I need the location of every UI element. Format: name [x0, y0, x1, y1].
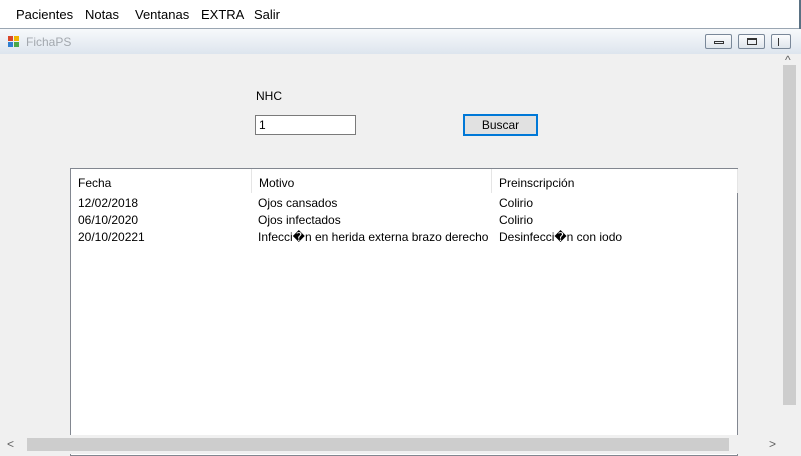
cell-fecha: 06/10/2020 — [78, 213, 139, 227]
nhc-input[interactable] — [255, 115, 356, 135]
minimize-icon — [714, 41, 724, 44]
cell-motivo: Ojos cansados — [258, 196, 338, 210]
column-header-fecha[interactable]: Fecha — [71, 169, 252, 193]
menu-ventanas[interactable]: Ventanas — [135, 7, 189, 22]
nhc-label: NHC — [256, 89, 282, 103]
cell-fecha: 12/02/2018 — [78, 196, 139, 210]
cell-fecha: 20/10/20221 — [78, 230, 145, 244]
listview-header: Fecha Motivo Preinscripción — [71, 169, 738, 193]
menu-pacientes[interactable]: Pacientes — [16, 7, 73, 22]
table-row[interactable]: 20/10/20221 Infecci�n en herida externa … — [71, 229, 737, 246]
close-icon — [778, 38, 786, 46]
horizontal-scroll-thumb[interactable] — [27, 438, 729, 451]
vertical-scrollbar[interactable]: ^ — [781, 54, 798, 435]
child-window: FichaPS NHC Buscar Fecha Motivo Preinscr… — [0, 29, 801, 456]
menu-bar: Pacientes Notas Ventanas EXTRA Salir — [0, 0, 799, 29]
cell-preinscripcion: Desinfecci�n con iodo — [499, 230, 623, 244]
close-button[interactable] — [771, 34, 791, 49]
menu-salir[interactable]: Salir — [254, 7, 280, 22]
scroll-left-icon[interactable]: < — [7, 438, 14, 450]
consultations-listview[interactable]: Fecha Motivo Preinscripción 12/02/2018 O… — [70, 168, 738, 456]
menu-extra[interactable]: EXTRA — [201, 7, 244, 22]
minimize-button[interactable] — [705, 34, 732, 49]
cell-motivo: Ojos infectados — [258, 213, 341, 227]
maximize-icon — [747, 38, 757, 45]
title-bar[interactable]: FichaPS — [0, 29, 801, 54]
scrollbar-corner — [781, 435, 798, 454]
horizontal-scrollbar[interactable]: < > — [0, 435, 781, 454]
app-icon — [8, 36, 20, 48]
column-header-motivo[interactable]: Motivo — [252, 169, 492, 193]
cell-preinscripcion: Colirio — [499, 213, 534, 227]
maximize-button[interactable] — [738, 34, 765, 49]
search-button[interactable]: Buscar — [463, 114, 538, 136]
vertical-scroll-thumb[interactable] — [783, 65, 796, 405]
cell-preinscripcion: Colirio — [499, 196, 534, 210]
table-row[interactable]: 06/10/2020 Ojos infectados Colirio — [71, 212, 737, 229]
table-row[interactable]: 12/02/2018 Ojos cansados Colirio — [71, 195, 737, 212]
scroll-right-icon[interactable]: > — [769, 438, 776, 450]
cell-motivo: Infecci�n en herida externa brazo derech… — [258, 230, 489, 244]
menu-notas[interactable]: Notas — [85, 7, 119, 22]
column-header-preinscripcion[interactable]: Preinscripción — [492, 169, 738, 193]
window-title: FichaPS — [26, 35, 72, 49]
